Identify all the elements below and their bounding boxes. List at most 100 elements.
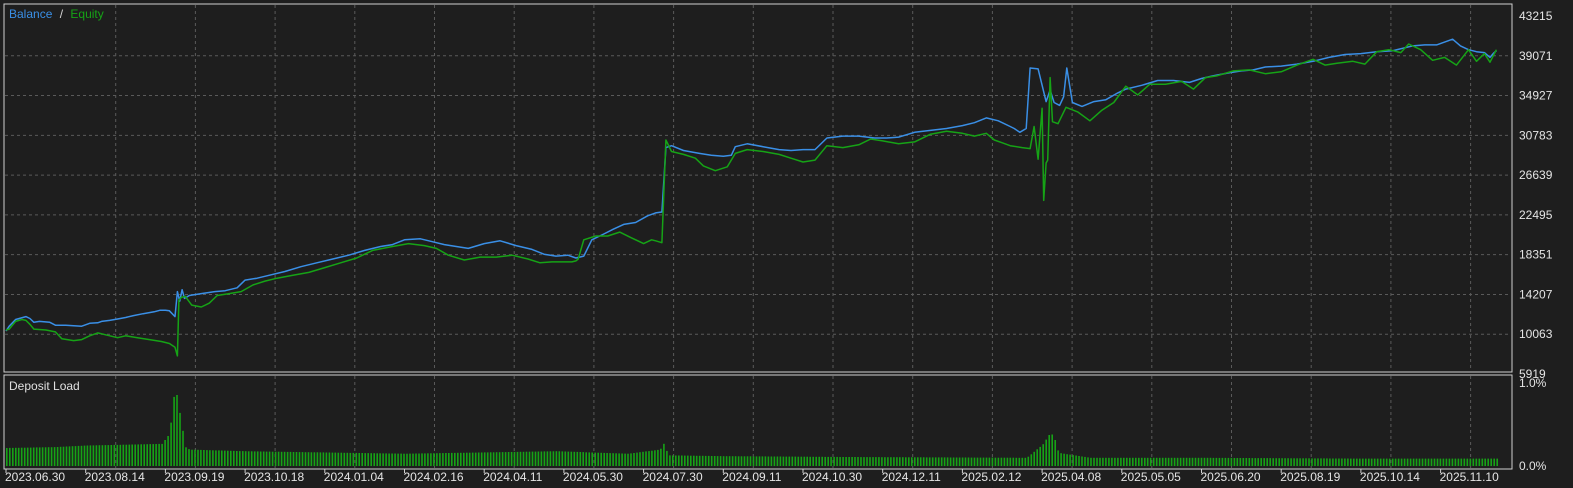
deposit-load-bar (391, 453, 393, 466)
deposit-load-bar (1087, 457, 1089, 466)
deposit-load-bar (256, 451, 259, 466)
legend-balance-label: Balance (9, 7, 53, 21)
deposit-load-bar (370, 453, 372, 466)
deposit-load-bar (1117, 457, 1119, 466)
deposit-load-title: Deposit Load (9, 379, 80, 393)
deposit-load-bar (1051, 434, 1053, 466)
deposit-load-bar (41, 447, 44, 466)
deposit-load-bar (1194, 457, 1197, 466)
deposit-load-bar (1164, 457, 1167, 466)
legend-equity-label: Equity (70, 7, 103, 21)
deposit-load-bar (684, 455, 686, 466)
deposit-load-bar (642, 451, 644, 466)
deposit-load-bar (1353, 458, 1355, 466)
deposit-load-bar (1135, 457, 1137, 466)
deposit-load-bar (1141, 457, 1143, 466)
deposit-load-bar (776, 456, 779, 466)
deposit-load-bar (615, 453, 617, 466)
deposit-load-bar (188, 449, 190, 466)
deposit-load-bar (773, 456, 776, 466)
deposit-load-bar (1132, 457, 1134, 466)
deposit-load-bar (952, 457, 955, 466)
deposit-load-bar (743, 456, 746, 466)
deposit-load-bar (588, 452, 590, 466)
deposit-load-bar (328, 452, 331, 466)
x-tick-label: 2024.12.11 (882, 470, 941, 484)
deposit-load-bar (675, 455, 677, 466)
deposit-load-bar (728, 456, 731, 466)
deposit-load-bar (397, 453, 399, 466)
deposit-load-bar (1230, 457, 1233, 466)
deposit-load-bar (137, 444, 139, 466)
deposit-load-bar (1388, 458, 1391, 466)
deposit-load-bar (1191, 457, 1194, 466)
deposit-load-bar (1149, 457, 1152, 466)
deposit-load-bar (47, 447, 50, 466)
deposit-load-bar (271, 451, 274, 466)
deposit-load-bar (1436, 458, 1439, 466)
deposit-load-bar (863, 457, 865, 466)
deposit-load-bar (1066, 454, 1068, 466)
deposit-load-bar (949, 457, 952, 466)
deposit-load-bar (1096, 457, 1098, 466)
deposit-load-bar (1078, 456, 1080, 466)
deposit-load-bar (355, 452, 358, 466)
deposit-load-bar (519, 451, 522, 466)
y-tick-label: 22495 (1519, 208, 1553, 222)
deposit-load-bar (1281, 458, 1283, 466)
deposit-load-bar (591, 452, 593, 466)
deposit-load-bar (1460, 458, 1463, 466)
deposit-load-bar (9, 447, 11, 466)
deposit-load-bar (1102, 457, 1104, 466)
deposit-load-bar (68, 446, 71, 466)
deposit-load-bar (528, 451, 531, 466)
deposit-load-bar (1069, 454, 1071, 466)
deposit-load-bar (1385, 458, 1388, 466)
deposit-load-bar (1048, 435, 1050, 466)
deposit-load-bar (504, 452, 507, 466)
deposit-load-bar (492, 452, 495, 466)
y-tick-label: 18351 (1519, 248, 1553, 262)
deposit-load-bar (919, 457, 922, 466)
deposit-load-bar (788, 456, 791, 466)
deposit-load-bar (439, 453, 441, 466)
deposit-load-bar (973, 457, 976, 466)
deposit-load-bar (764, 456, 767, 466)
deposit-load-bar (242, 451, 244, 466)
deposit-load-bar (678, 455, 680, 466)
deposit-load-bar (20, 447, 23, 466)
deposit-load-bar (403, 453, 405, 466)
deposit-load-bar (236, 451, 238, 466)
x-tick-label: 2024.10.30 (802, 470, 862, 484)
deposit-load-bar (881, 457, 883, 466)
deposit-load-bar (59, 446, 62, 466)
deposit-load-bar (791, 456, 794, 466)
deposit-load-bar (836, 456, 838, 466)
deposit-load-bar (143, 444, 145, 466)
deposit-load-bar (161, 443, 163, 466)
deposit-load-bar (98, 445, 101, 466)
deposit-load-bar (352, 452, 355, 466)
deposit-load-bar (1170, 457, 1173, 466)
deposit-load-bar (1155, 457, 1158, 466)
deposit-load-bar (325, 452, 328, 466)
deposit-load-bar (824, 456, 826, 466)
deposit-load-bar (1269, 458, 1271, 466)
deposit-load-bar (71, 446, 74, 466)
deposit-load-bar (1033, 451, 1035, 466)
deposit-load-bar (719, 456, 722, 466)
deposit-load-bar (510, 452, 513, 466)
deposit-load-bar (809, 456, 811, 466)
deposit-load-bar (1075, 455, 1077, 466)
deposit-load-bar (1024, 457, 1027, 466)
deposit-load-bar (582, 452, 584, 466)
deposit-load-bar (1203, 457, 1206, 466)
deposit-load-bar (1314, 458, 1316, 466)
deposit-load-bar (1224, 457, 1227, 466)
deposit-load-bar (367, 453, 369, 466)
deposit-load-bar (304, 452, 307, 466)
deposit-load-bar (26, 447, 29, 466)
deposit-load-bar (110, 445, 113, 466)
deposit-load-bar (815, 456, 817, 466)
deposit-load-bar (1448, 458, 1451, 466)
